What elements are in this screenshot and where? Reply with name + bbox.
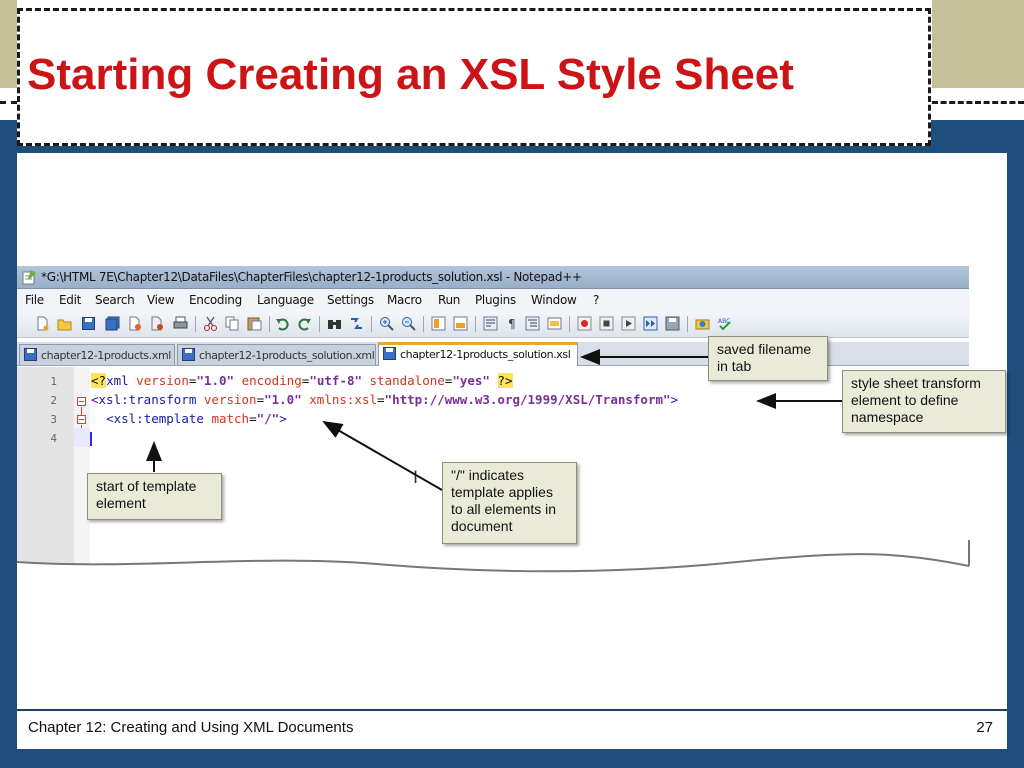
menu-search[interactable]: Search	[95, 293, 135, 307]
run-macro-multiple-icon[interactable]	[643, 316, 658, 331]
code-line-2: <xsl:transform version="1.0" xmlns:xsl="…	[91, 392, 679, 407]
menu-settings[interactable]: Settings	[327, 293, 374, 307]
toolbar-separator	[687, 316, 688, 332]
tab-label: chapter12-1products.xml	[41, 349, 171, 362]
callout-saved-filename: saved filename in tab	[708, 336, 828, 381]
fold-margin	[74, 367, 90, 566]
open-file-icon[interactable]	[57, 316, 72, 331]
decorative-dash-line-left	[0, 101, 17, 104]
tab-label: chapter12-1products_solution.xsl	[400, 348, 571, 361]
callout-template-start: start of template element	[87, 473, 222, 520]
page-number: 27	[976, 719, 993, 736]
window-title: *G:\HTML 7E\Chapter12\DataFiles\ChapterF…	[41, 270, 582, 284]
line-number: 1	[50, 375, 57, 388]
callout-root-template: "/" indicates template applies to all el…	[442, 462, 577, 544]
line-number-gutter: 1 2 3 4	[17, 367, 74, 566]
decorative-band-left	[0, 0, 17, 88]
launch-browser-icon[interactable]	[695, 316, 710, 331]
menu-bar: File Edit Search View Encoding Language …	[17, 289, 969, 310]
user-lang-icon[interactable]	[547, 316, 562, 331]
code-line-3: <xsl:template match="/">	[106, 411, 287, 426]
menu-edit[interactable]: Edit	[59, 293, 81, 307]
tab-label: chapter12-1products_solution.xml	[199, 349, 375, 362]
line-number: 4	[50, 432, 57, 445]
menu-window[interactable]: Window	[531, 293, 577, 307]
toolbar-separator	[475, 316, 476, 332]
menu-view[interactable]: View	[147, 293, 175, 307]
slide-footer: Chapter 12: Creating and Using XML Docum…	[17, 709, 1007, 749]
menu-help[interactable]: ?	[593, 293, 599, 307]
menu-encoding[interactable]: Encoding	[189, 293, 242, 307]
toolbar-separator	[371, 316, 372, 332]
toolbar-separator	[423, 316, 424, 332]
line-number: 2	[50, 394, 57, 407]
saved-file-icon	[24, 348, 37, 361]
callout-transform-element: style sheet transform element to define …	[842, 370, 1006, 433]
menu-run[interactable]: Run	[438, 293, 460, 307]
torn-edge-shadow	[17, 540, 970, 580]
play-macro-icon[interactable]	[621, 316, 636, 331]
show-all-chars-icon[interactable]: ¶	[505, 316, 520, 331]
tab-products-solution-xml[interactable]: chapter12-1products_solution.xml	[177, 344, 376, 365]
unsaved-file-icon	[383, 347, 396, 360]
notepad-app-icon	[22, 270, 36, 285]
stop-macro-icon[interactable]	[599, 316, 614, 331]
code-line-1: <?xml version="1.0" encoding="utf-8" sta…	[91, 373, 513, 388]
save-macro-icon[interactable]	[665, 316, 680, 331]
sync-horizontal-icon[interactable]	[453, 316, 468, 331]
menu-plugins[interactable]: Plugins	[475, 293, 516, 307]
decorative-dash-line-right	[932, 101, 1024, 104]
find-icon[interactable]	[327, 316, 342, 331]
ibeam-cursor-icon: I	[413, 468, 419, 488]
cut-icon[interactable]	[203, 316, 218, 331]
decorative-band-right	[932, 0, 1024, 88]
toolbar-separator	[569, 316, 570, 332]
indent-guide-icon[interactable]	[525, 316, 540, 331]
menu-language[interactable]: Language	[257, 293, 314, 307]
spell-check-icon[interactable]: ABC	[717, 316, 732, 331]
toolbar-separator	[319, 316, 320, 332]
save-all-icon[interactable]	[105, 316, 120, 331]
saved-file-icon	[182, 348, 195, 361]
copy-icon[interactable]	[225, 316, 240, 331]
toolbar-separator	[195, 316, 196, 332]
record-macro-icon[interactable]	[577, 316, 592, 331]
new-file-icon[interactable]	[35, 316, 50, 331]
zoom-out-icon[interactable]	[401, 316, 416, 331]
undo-icon[interactable]	[275, 316, 290, 331]
toolbar: ¶ ABC	[17, 310, 969, 338]
tab-products-xml[interactable]: chapter12-1products.xml	[19, 344, 175, 365]
toolbar-separator	[269, 316, 270, 332]
line-number: 3	[50, 413, 57, 426]
svg-text:¶: ¶	[508, 317, 516, 331]
fold-toggle-icon[interactable]	[77, 397, 86, 406]
menu-macro[interactable]: Macro	[387, 293, 422, 307]
text-cursor	[90, 432, 92, 446]
redo-icon[interactable]	[297, 316, 312, 331]
slide-title: Starting Creating an XSL Style Sheet	[27, 50, 794, 99]
word-wrap-icon[interactable]	[483, 316, 498, 331]
replace-icon[interactable]	[349, 316, 364, 331]
zoom-in-icon[interactable]	[379, 316, 394, 331]
fold-toggle-icon[interactable]	[77, 415, 86, 424]
print-icon[interactable]	[173, 316, 188, 331]
paste-icon[interactable]	[247, 316, 262, 331]
menu-file[interactable]: File	[25, 293, 44, 307]
sync-vertical-icon[interactable]	[431, 316, 446, 331]
close-icon[interactable]	[127, 316, 142, 331]
save-icon[interactable]	[81, 316, 96, 331]
footer-chapter-text: Chapter 12: Creating and Using XML Docum…	[28, 719, 354, 736]
fold-line	[81, 407, 82, 415]
close-all-icon[interactable]	[149, 316, 164, 331]
tab-products-solution-xsl[interactable]: chapter12-1products_solution.xsl	[378, 342, 578, 366]
window-titlebar: *G:\HTML 7E\Chapter12\DataFiles\ChapterF…	[17, 266, 969, 289]
